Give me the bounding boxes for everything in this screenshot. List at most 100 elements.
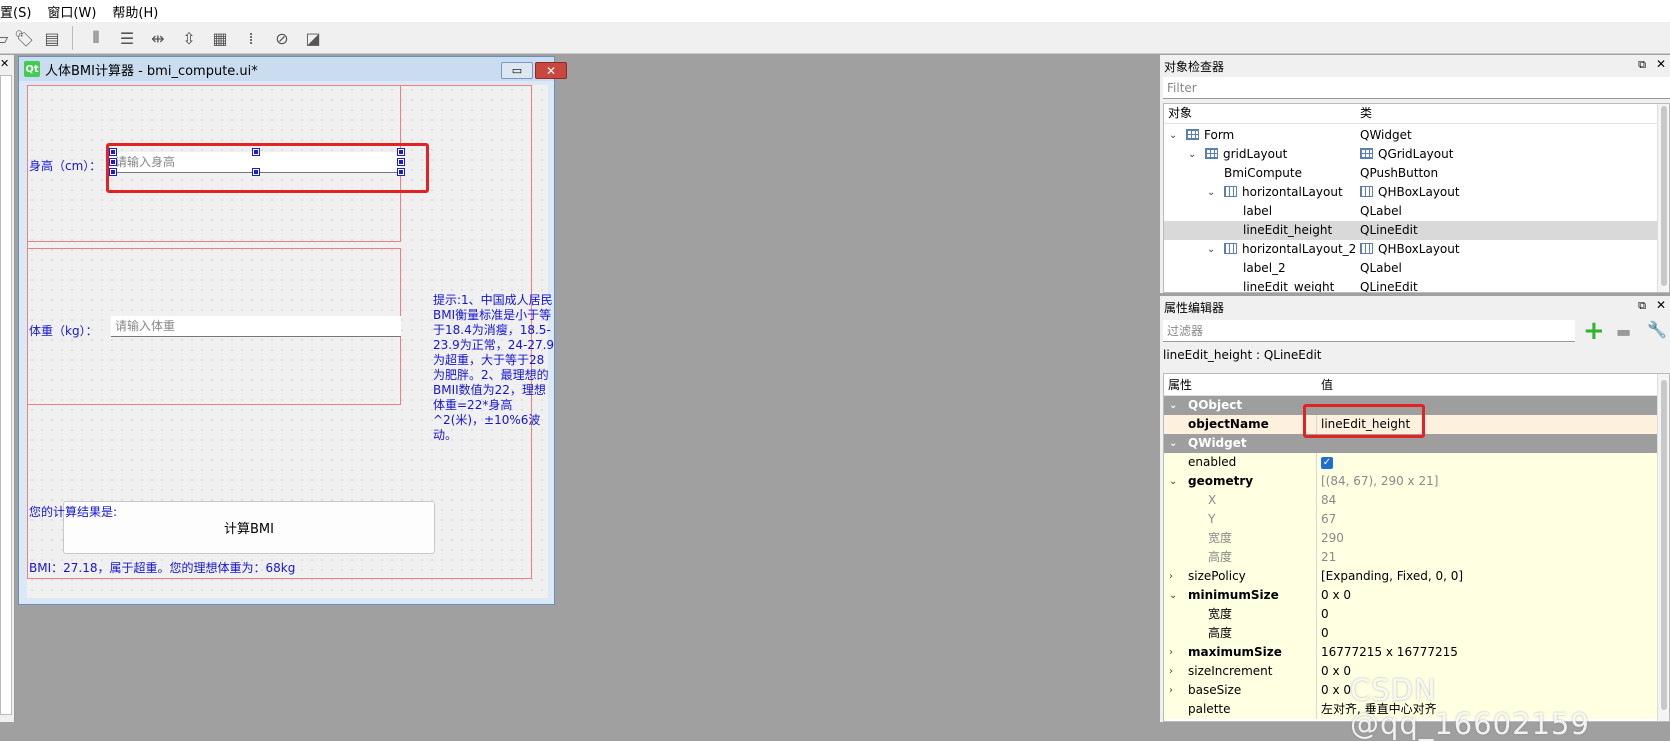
- column-property[interactable]: 属性: [1168, 374, 1192, 396]
- chevron-down-icon[interactable]: ⌄: [1169, 126, 1177, 145]
- column-value[interactable]: 值: [1321, 374, 1333, 396]
- enabled-checkbox[interactable]: ✓: [1321, 457, 1333, 469]
- tree-row[interactable]: label QLabel: [1164, 202, 1669, 221]
- menu-window[interactable]: 窗口(W): [39, 2, 104, 21]
- property-value[interactable]: 290: [1321, 529, 1344, 548]
- tree-row[interactable]: ⌄ gridLayout QGridLayout: [1164, 145, 1669, 164]
- chevron-right-icon[interactable]: ›: [1169, 681, 1173, 700]
- form-window-titlebar[interactable]: Qt 人体BMI计算器 - bmi_compute.ui*: [19, 57, 554, 81]
- break-layout-icon[interactable]: ⊘: [270, 26, 294, 50]
- property-row[interactable]: › maximumSize 16777215 x 16777215: [1164, 643, 1669, 662]
- chevron-right-icon[interactable]: ›: [1169, 643, 1173, 662]
- property-value[interactable]: 21: [1321, 548, 1336, 567]
- property-row[interactable]: Y 67: [1164, 510, 1669, 529]
- grid-icon: [1186, 129, 1199, 140]
- property-name: Y: [1208, 512, 1216, 526]
- column-object[interactable]: 对象: [1168, 104, 1192, 123]
- chevron-right-icon[interactable]: ›: [1169, 662, 1173, 681]
- layout-grid-icon[interactable]: ▦: [208, 26, 232, 50]
- property-value[interactable]: 0: [1321, 605, 1329, 624]
- widget-box-list: [0, 75, 12, 715]
- chevron-down-icon[interactable]: ⌄: [1169, 396, 1177, 415]
- property-row[interactable]: › sizePolicy [Expanding, Fixed, 0, 0]: [1164, 567, 1669, 586]
- object-tree-scrollbar[interactable]: [1657, 104, 1669, 292]
- add-property-icon[interactable]: +: [1583, 316, 1605, 346]
- layout-h-splitter-icon[interactable]: ⇹: [146, 26, 170, 50]
- chevron-down-icon[interactable]: ⌄: [1188, 145, 1196, 164]
- property-name: baseSize: [1188, 683, 1242, 697]
- property-name: 宽度: [1208, 531, 1233, 545]
- tree-object-name: gridLayout: [1223, 147, 1288, 161]
- property-value[interactable]: 0 x 0: [1321, 681, 1351, 700]
- compute-bmi-button[interactable]: 计算BMI: [63, 501, 435, 554]
- property-value[interactable]: [Expanding, Fixed, 0, 0]: [1321, 567, 1463, 586]
- property-value[interactable]: 0 x 0: [1321, 586, 1351, 605]
- tree-row[interactable]: BmiCompute QPushButton: [1164, 164, 1669, 183]
- scroll-thumb[interactable]: [1661, 106, 1667, 286]
- chevron-down-icon[interactable]: ⌄: [1207, 240, 1215, 259]
- property-row[interactable]: X 84: [1164, 491, 1669, 510]
- property-row[interactable]: 宽度 0: [1164, 605, 1669, 624]
- property-row[interactable]: 宽度 290: [1164, 529, 1669, 548]
- property-value[interactable]: 84: [1321, 491, 1336, 510]
- tree-class-name: QGridLayout: [1378, 147, 1454, 161]
- edit-tab-order-icon[interactable]: ▤: [40, 26, 64, 50]
- tree-row[interactable]: ⌄ horizontalLayout_2 QHBoxLayout: [1164, 240, 1669, 259]
- property-name: objectName: [1188, 417, 1269, 431]
- property-value[interactable]: 16777215 x 16777215: [1321, 643, 1458, 662]
- property-row[interactable]: ⌄ minimumSize 0 x 0: [1164, 586, 1669, 605]
- close-icon[interactable]: ✕: [1656, 298, 1666, 312]
- property-value[interactable]: 0: [1321, 624, 1329, 643]
- tree-row[interactable]: lineEdit_weight QLineEdit: [1164, 278, 1669, 293]
- remove-property-icon[interactable]: ▬: [1616, 322, 1631, 341]
- close-icon[interactable]: ✕: [0, 57, 9, 70]
- column-class[interactable]: 类: [1360, 104, 1372, 123]
- property-row[interactable]: ⌄ geometry [(84, 67), 290 x 21]: [1164, 472, 1669, 491]
- float-icon[interactable]: ⧉: [1638, 58, 1646, 72]
- property-row[interactable]: 高度 21: [1164, 548, 1669, 567]
- form-window-title: 人体BMI计算器 - bmi_compute.ui*: [45, 63, 258, 79]
- adjust-size-icon[interactable]: ◪: [301, 26, 325, 50]
- tree-row-selected[interactable]: lineEdit_height QLineEdit: [1164, 221, 1669, 240]
- property-row[interactable]: enabled ✓: [1164, 453, 1669, 472]
- property-name: enabled: [1188, 455, 1237, 469]
- tree-object-name: horizontalLayout_2: [1242, 242, 1357, 256]
- tree-row[interactable]: ⌄ horizontalLayout QHBoxLayout: [1164, 183, 1669, 202]
- property-value[interactable]: 0 x 0: [1321, 662, 1351, 681]
- property-table-scrollbar[interactable]: [1657, 374, 1669, 721]
- toolbar-separator: [72, 26, 73, 50]
- configure-icon[interactable]: 🔧: [1647, 320, 1667, 339]
- chevron-down-icon[interactable]: ⌄: [1207, 183, 1215, 202]
- property-value[interactable]: 67: [1321, 510, 1336, 529]
- property-name: geometry: [1188, 474, 1254, 488]
- grid-icon: [1205, 148, 1218, 159]
- form-window: Qt 人体BMI计算器 - bmi_compute.ui* ▭ ✕ 身高（cm）…: [18, 56, 567, 605]
- close-icon[interactable]: ✕: [1656, 57, 1666, 71]
- tree-object-name: horizontalLayout: [1242, 185, 1343, 199]
- tree-object-name: Form: [1204, 128, 1235, 142]
- tree-row[interactable]: label_2 QLabel: [1164, 259, 1669, 278]
- minimize-button[interactable]: ▭: [501, 62, 533, 79]
- property-row[interactable]: 高度 0: [1164, 624, 1669, 643]
- layout-v-splitter-icon[interactable]: ⇳: [177, 26, 201, 50]
- property-filter-input[interactable]: 过滤器: [1163, 320, 1575, 342]
- layout-vertical-icon[interactable]: ☰: [115, 26, 139, 50]
- edit-buddies-icon[interactable]: 🏷: [12, 26, 36, 50]
- layout-form-icon[interactable]: ⁞: [239, 26, 263, 50]
- tree-class-name: QLineEdit: [1360, 280, 1418, 293]
- chevron-right-icon[interactable]: ›: [1169, 567, 1173, 586]
- object-filter-input[interactable]: Filter: [1163, 77, 1670, 99]
- scroll-thumb[interactable]: [1661, 380, 1667, 710]
- property-value[interactable]: [(84, 67), 290 x 21]: [1321, 472, 1438, 491]
- layout-horizontal-icon[interactable]: ⦀: [84, 26, 108, 50]
- menu-settings[interactable]: 置(S): [0, 2, 39, 21]
- close-button[interactable]: ✕: [535, 62, 567, 79]
- tree-row[interactable]: ⌄ Form QWidget: [1164, 126, 1669, 145]
- chevron-down-icon[interactable]: ⌄: [1169, 472, 1177, 491]
- weight-input[interactable]: 请输入体重: [111, 316, 401, 337]
- chevron-down-icon[interactable]: ⌄: [1169, 434, 1177, 453]
- float-icon[interactable]: ⧉: [1638, 299, 1646, 313]
- menu-help[interactable]: 帮助(H): [104, 2, 166, 21]
- property-name: palette: [1188, 702, 1231, 716]
- chevron-down-icon[interactable]: ⌄: [1169, 586, 1177, 605]
